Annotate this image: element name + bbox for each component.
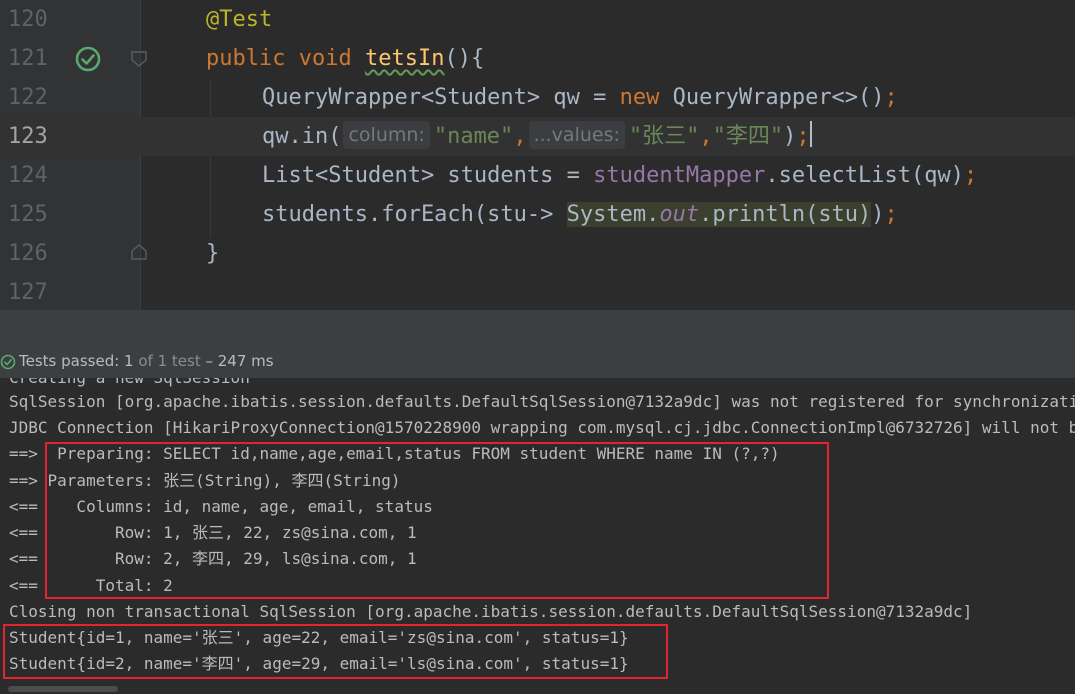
horizontal-scrollbar[interactable] (8, 686, 118, 692)
test-status-text: Tests passed: 1 of 1 test – 247 ms (19, 344, 274, 378)
code-line-124[interactable]: 124 List<Student> students = studentMapp… (0, 156, 1075, 195)
fold-end-icon[interactable] (130, 243, 148, 261)
console-line: Closing non transactional SqlSession [or… (9, 602, 973, 621)
code-editor[interactable]: 120 @Test 121 public void tetsIn(){ 122 … (0, 0, 1075, 310)
tests-passed-label: Tests passed: (19, 352, 125, 370)
in-method: qw.in( (262, 124, 342, 149)
string-lisi: "李四" (712, 124, 784, 149)
in-call[interactable]: qw.in(column: "name", ...values: "张三","李四")… (262, 117, 812, 156)
code-line-126[interactable]: 126 } (0, 234, 1075, 273)
code-line-123[interactable]: 123 qw.in(column: "name", ...values: "张三","… (0, 117, 1075, 156)
string-zhangsan: "张三" (628, 124, 700, 149)
comma: , (513, 124, 527, 149)
semicolon: ; (884, 85, 898, 110)
test-annotation[interactable]: @Test (206, 0, 272, 39)
mapper-field[interactable]: studentMapper (593, 163, 765, 188)
highlighted-println[interactable]: System.out.println(stu) (566, 202, 872, 227)
console-line: JDBC Connection [HikariProxyConnection@1… (9, 418, 1075, 437)
code-line-121[interactable]: 121 public void tetsIn(){ (0, 39, 1075, 78)
test-duration: – 247 ms (200, 352, 274, 370)
semicolon: ; (964, 163, 978, 188)
type-decl: QueryWrapper<Student> qw = (262, 85, 620, 110)
line-number: 126 (8, 241, 48, 266)
println-call: .println(stu) (699, 202, 872, 227)
param-hint-column: column: (343, 121, 430, 149)
close-paren: ) (871, 202, 885, 227)
keyword-void: void (298, 46, 352, 71)
system-class: System. (566, 202, 660, 227)
method-signature[interactable]: public void tetsIn(){ (206, 39, 484, 78)
semicolon: ; (884, 202, 898, 227)
signature-tail: (){ (444, 46, 485, 71)
text-caret (809, 121, 812, 147)
out-field: out (659, 202, 700, 227)
passed-count: 1 (124, 352, 134, 370)
comma: , (699, 124, 713, 149)
code-line-125[interactable]: 125 students.forEach(stu-> System.out.pr… (0, 195, 1075, 234)
line-number: 125 (8, 202, 48, 227)
keyword-public: public (206, 46, 286, 71)
string-name: "name" (433, 124, 514, 149)
foreach-statement[interactable]: students.forEach(stu-> System.out.printl… (262, 195, 898, 234)
line-number: 127 (8, 280, 48, 305)
constructor-call: QueryWrapper<>() (659, 85, 885, 110)
foreach-start: students.forEach(stu-> (262, 202, 567, 227)
select-list-call: .selectList(qw) (765, 163, 965, 188)
line-number: 122 (8, 85, 48, 110)
line-number: 123 (8, 124, 48, 149)
test-status-bar: Tests passed: 1 of 1 test – 247 ms (0, 344, 1075, 379)
method-name[interactable]: tetsIn (365, 46, 444, 71)
sql-log-highlight-box (45, 442, 829, 599)
code-line-127[interactable]: 127 (0, 273, 1075, 312)
param-hint-values: ...values: (528, 121, 625, 149)
select-list-statement[interactable]: List<Student> students = studentMapper.s… (262, 156, 977, 195)
close-paren: ) (783, 124, 797, 149)
result-highlight-box (3, 624, 668, 679)
panel-splitter[interactable] (0, 310, 1075, 344)
closing-brace: } (206, 241, 220, 266)
code-line-120[interactable]: 120 @Test (0, 0, 1075, 39)
total-count: of 1 test (133, 352, 201, 370)
list-decl: List<Student> students = (262, 163, 594, 188)
console-line: SqlSession [org.apache.ibatis.session.de… (9, 392, 1075, 411)
line-number: 120 (8, 7, 48, 32)
line-number: 124 (8, 163, 48, 188)
semicolon: ; (796, 124, 810, 149)
check-icon (0, 354, 16, 370)
keyword-new: new (619, 85, 660, 110)
run-test-passed-icon[interactable] (74, 45, 102, 73)
code-line-122[interactable]: 122 QueryWrapper<Student> qw = new Query… (0, 78, 1075, 117)
fold-start-icon[interactable] (130, 50, 148, 68)
wrapper-declaration[interactable]: QueryWrapper<Student> qw = new QueryWrap… (262, 78, 898, 117)
line-number: 121 (8, 46, 48, 71)
